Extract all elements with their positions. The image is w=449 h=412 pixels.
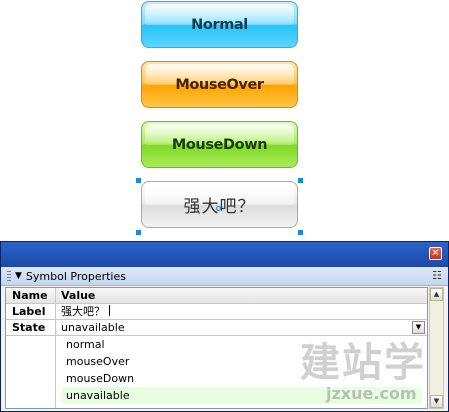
normal-state-button[interactable]: Normal (141, 1, 298, 48)
label-value-text: 强大吧？ (61, 305, 105, 318)
mousedown-state-label: MouseDown (171, 136, 268, 153)
column-header-value: Value (61, 289, 96, 302)
panel-header[interactable]: ▼ Symbol Properties ☷ (1, 267, 448, 286)
label-property-name: Label (6, 304, 56, 320)
state-property-name: State (6, 320, 56, 336)
panel-title: Symbol Properties (25, 269, 126, 283)
column-header-name: Name (6, 288, 56, 304)
collapse-triangle-icon[interactable]: ▼ (15, 271, 22, 281)
mouseover-state-label: MouseOver (175, 76, 264, 93)
state-selected-value: unavailable (61, 321, 125, 334)
panel-options-menu-icon[interactable]: ☷ (432, 269, 442, 282)
panel-titlebar[interactable]: ✕ (1, 242, 448, 267)
resize-handle-top-right[interactable] (298, 178, 303, 183)
label-value-input[interactable]: 强大吧？ (57, 304, 427, 320)
table-row-label[interactable]: Label 强大吧？ (6, 304, 427, 320)
close-icon[interactable]: ✕ (429, 247, 442, 260)
name-column-empty (6, 336, 56, 408)
transform-center-point[interactable] (216, 206, 221, 211)
selected-symbol-label: 强大吧？ (183, 197, 256, 217)
table-header-row: Name Value (6, 288, 427, 304)
scroll-up-arrow-icon[interactable]: ▲ (430, 288, 443, 301)
selected-symbol-instance[interactable]: 强大吧？ (141, 181, 298, 228)
resize-handle-bottom-right[interactable] (298, 230, 303, 235)
text-caret (109, 305, 110, 316)
resize-handle-top-left[interactable] (136, 178, 141, 183)
resize-handle-bottom-left[interactable] (136, 230, 141, 235)
watermark-url: jzxue.com (326, 384, 417, 403)
mouseover-state-button[interactable]: MouseOver (141, 61, 298, 108)
watermark-logo-text: 建站学 (300, 340, 426, 386)
mousedown-state-button[interactable]: MouseDown (141, 121, 298, 168)
normal-state-label: Normal (191, 16, 248, 33)
watermark: 建站学 jzxue.com (300, 330, 445, 410)
grip-icon[interactable] (7, 270, 11, 282)
